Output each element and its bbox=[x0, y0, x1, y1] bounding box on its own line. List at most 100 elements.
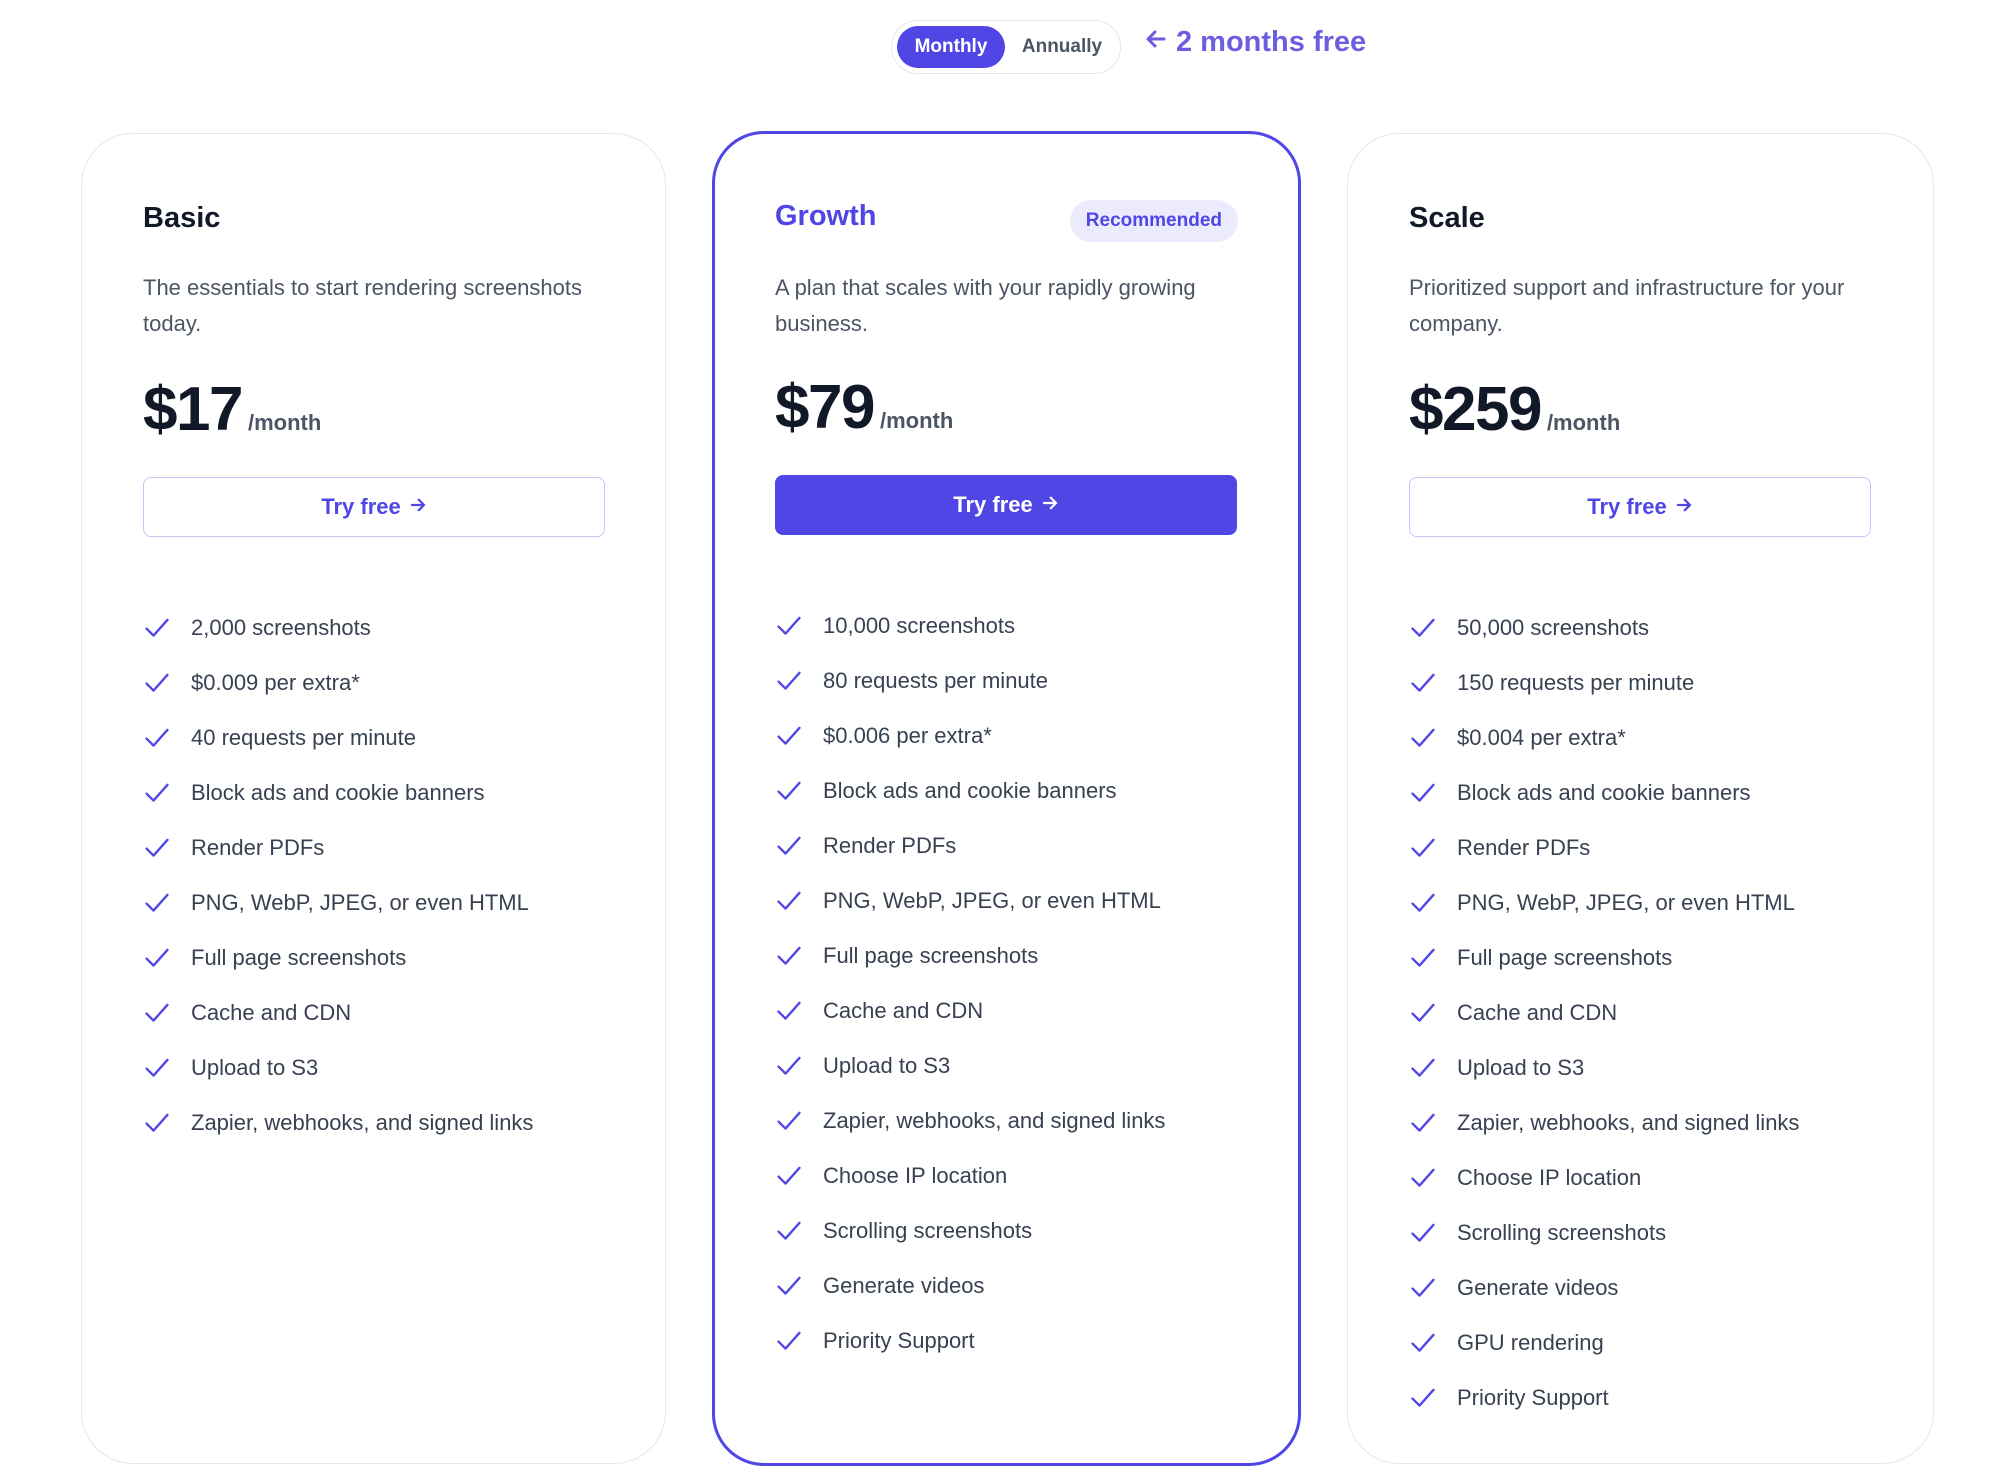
feature-text: $0.004 per extra* bbox=[1457, 724, 1626, 750]
feature-item: PNG, WebP, JPEG, or even HTML bbox=[1409, 875, 1872, 930]
check-icon bbox=[143, 944, 171, 972]
feature-text: Block ads and cookie banners bbox=[191, 779, 485, 805]
feature-item: Scrolling screenshots bbox=[775, 1203, 1238, 1258]
price-amount: $79 bbox=[775, 373, 875, 442]
check-icon bbox=[775, 722, 803, 750]
feature-item: 10,000 screenshots bbox=[775, 598, 1238, 653]
toggle-annually[interactable]: Annually bbox=[1010, 26, 1114, 68]
check-icon bbox=[143, 1109, 171, 1137]
feature-text: $0.006 per extra* bbox=[823, 722, 992, 748]
feature-text: Scrolling screenshots bbox=[1457, 1219, 1667, 1245]
feature-text: PNG, WebP, JPEG, or even HTML bbox=[823, 887, 1161, 913]
check-icon bbox=[775, 1107, 803, 1135]
feature-item: 150 requests per minute bbox=[1409, 655, 1872, 710]
feature-text: Full page screenshots bbox=[1457, 944, 1673, 970]
check-icon bbox=[1409, 1054, 1437, 1082]
feature-item: Render PDFs bbox=[1409, 820, 1872, 875]
check-icon bbox=[775, 1272, 803, 1300]
feature-item: Full page screenshots bbox=[775, 928, 1238, 983]
check-icon bbox=[1409, 834, 1437, 862]
feature-item: Choose IP location bbox=[1409, 1150, 1872, 1205]
check-icon bbox=[775, 832, 803, 860]
feature-item: Zapier, webhooks, and signed links bbox=[143, 1095, 604, 1150]
feature-list: 2,000 screenshots $0.009 per extra* 40 req… bbox=[143, 600, 604, 1150]
check-icon bbox=[143, 614, 171, 642]
check-icon bbox=[1409, 1384, 1437, 1412]
feature-text: PNG, WebP, JPEG, or even HTML bbox=[1457, 889, 1795, 915]
check-icon bbox=[775, 777, 803, 805]
check-icon bbox=[143, 724, 171, 752]
try-free-label: Try free bbox=[321, 494, 401, 519]
check-icon bbox=[143, 669, 171, 697]
feature-item: Block ads and cookie banners bbox=[143, 765, 604, 820]
feature-text: PNG, WebP, JPEG, or even HTML bbox=[191, 889, 529, 915]
check-icon bbox=[775, 1052, 803, 1080]
feature-list: 50,000 screenshots 150 requests per minut… bbox=[1409, 600, 1872, 1425]
feature-text: Full page screenshots bbox=[191, 944, 407, 970]
check-icon bbox=[1409, 1329, 1437, 1357]
feature-text: Upload to S3 bbox=[1457, 1054, 1585, 1080]
arrow-right-icon bbox=[1675, 494, 1693, 520]
plan-description: The essentials to start rendering screen… bbox=[143, 275, 583, 336]
feature-item: $0.006 per extra* bbox=[775, 708, 1238, 763]
try-free-button[interactable]: Try free bbox=[143, 477, 605, 537]
try-free-button[interactable]: Try free bbox=[775, 475, 1237, 535]
feature-item: PNG, WebP, JPEG, or even HTML bbox=[775, 873, 1238, 928]
plan-price: $17 /month bbox=[143, 374, 321, 445]
check-icon bbox=[143, 779, 171, 807]
arrow-left-icon bbox=[1144, 26, 1168, 59]
feature-item: Priority Support bbox=[775, 1313, 1238, 1368]
try-free-label: Try free bbox=[1587, 494, 1667, 519]
feature-text: Priority Support bbox=[1457, 1384, 1609, 1410]
feature-text: Full page screenshots bbox=[823, 942, 1039, 968]
feature-text: Upload to S3 bbox=[823, 1052, 951, 1078]
check-icon bbox=[1409, 1274, 1437, 1302]
plan-price: $79 /month bbox=[775, 372, 953, 443]
feature-text: 40 requests per minute bbox=[191, 724, 417, 750]
check-icon bbox=[775, 1327, 803, 1355]
feature-item: Upload to S3 bbox=[775, 1038, 1238, 1093]
check-icon bbox=[1409, 1219, 1437, 1247]
feature-text: Scrolling screenshots bbox=[823, 1217, 1033, 1243]
plan-name: Growth bbox=[775, 200, 877, 232]
feature-text: Upload to S3 bbox=[191, 1054, 319, 1080]
check-icon bbox=[1409, 1109, 1437, 1137]
plan-card-basic: Basic The essentials to start rendering … bbox=[81, 133, 666, 1464]
feature-item: Zapier, webhooks, and signed links bbox=[1409, 1095, 1872, 1150]
toggle-monthly[interactable]: Monthly bbox=[897, 26, 1005, 68]
annual-promo: 2 months free bbox=[1144, 26, 1366, 59]
feature-item: Cache and CDN bbox=[1409, 985, 1872, 1040]
feature-item: Priority Support bbox=[1409, 1370, 1872, 1425]
feature-text: Priority Support bbox=[823, 1327, 975, 1353]
check-icon bbox=[143, 889, 171, 917]
check-icon bbox=[143, 1054, 171, 1082]
feature-text: 2,000 screenshots bbox=[191, 614, 371, 640]
feature-item: Full page screenshots bbox=[143, 930, 604, 985]
feature-text: Block ads and cookie banners bbox=[1457, 779, 1751, 805]
feature-text: Render PDFs bbox=[191, 834, 325, 860]
feature-text: Generate videos bbox=[823, 1272, 985, 1298]
price-amount: $259 bbox=[1409, 375, 1542, 444]
plan-description: A plan that scales with your rapidly gro… bbox=[775, 275, 1196, 336]
feature-text: Choose IP location bbox=[1457, 1164, 1642, 1190]
feature-item: Choose IP location bbox=[775, 1148, 1238, 1203]
feature-text: 50,000 screenshots bbox=[1457, 614, 1650, 640]
check-icon bbox=[775, 1217, 803, 1245]
try-free-button[interactable]: Try free bbox=[1409, 477, 1871, 537]
check-icon bbox=[775, 997, 803, 1025]
feature-item: Zapier, webhooks, and signed links bbox=[775, 1093, 1238, 1148]
feature-item: Cache and CDN bbox=[775, 983, 1238, 1038]
feature-item: GPU rendering bbox=[1409, 1315, 1872, 1370]
check-icon bbox=[1409, 779, 1437, 807]
feature-item: 80 requests per minute bbox=[775, 653, 1238, 708]
check-icon bbox=[1409, 889, 1437, 917]
feature-item: $0.004 per extra* bbox=[1409, 710, 1872, 765]
plan-price: $259 /month bbox=[1409, 374, 1620, 445]
check-icon bbox=[143, 999, 171, 1027]
feature-item: Render PDFs bbox=[775, 818, 1238, 873]
arrow-right-icon bbox=[1041, 492, 1059, 518]
feature-text: Cache and CDN bbox=[191, 999, 352, 1025]
feature-item: Render PDFs bbox=[143, 820, 604, 875]
check-icon bbox=[775, 942, 803, 970]
feature-text: Zapier, webhooks, and signed links bbox=[191, 1109, 534, 1135]
